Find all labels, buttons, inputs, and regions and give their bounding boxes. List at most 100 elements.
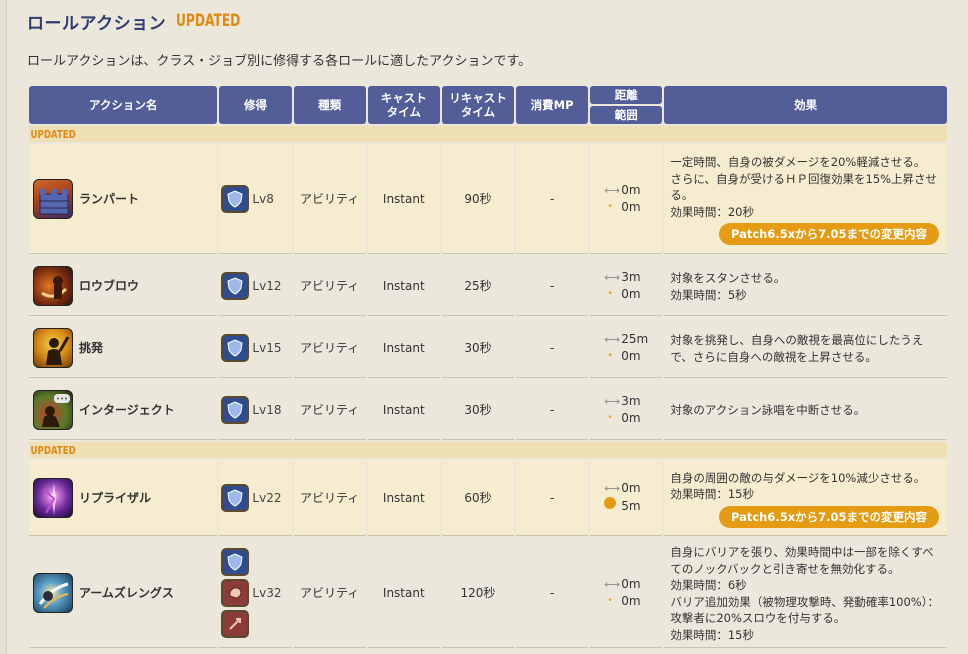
tank-role-icon xyxy=(221,333,250,362)
recast-time: 30秒 xyxy=(441,380,515,440)
table-row: 挑発 Lv15 アビリティ Instant 30秒 - ⟷ 25m • 0m 対象を挑… xyxy=(29,318,947,378)
range-dot-icon: • xyxy=(607,288,613,299)
table-row: ロウブロウ Lv12 アビリティ Instant 25秒 - ⟷ 3m • 0m 対象… xyxy=(29,256,947,316)
effect-line: 効果時間：15秒 xyxy=(670,627,754,642)
table-row: インタージェクト Lv18 アビリティ Instant 30秒 - ⟷ 3m • 0m… xyxy=(29,380,947,440)
level: Lv8 xyxy=(252,191,274,206)
section-heading: ロールアクション UPDATED xyxy=(27,8,257,34)
header-acquire: 修得 xyxy=(219,86,292,124)
effect-cell: 対象をスタンさせる。 効果時間：5秒 xyxy=(664,256,947,316)
ranged-role-icon xyxy=(221,609,250,638)
range-value: 0m xyxy=(621,286,641,301)
cast-time: Instant xyxy=(367,538,440,648)
action-type: アビリティ xyxy=(293,256,366,316)
cast-time: Instant xyxy=(367,460,440,536)
mp-cost: - xyxy=(516,460,589,536)
low-blow-icon xyxy=(33,265,73,306)
distance-value: 0m xyxy=(621,480,641,495)
header-type: 種類 xyxy=(293,86,366,124)
effect-line: バリア追加効果（被物理攻撃時、発動確率100%）：攻撃者に20%スロウを付与する… xyxy=(670,594,939,626)
recast-time: 30秒 xyxy=(441,318,515,378)
range-circle-icon xyxy=(604,496,617,516)
provoke-icon xyxy=(33,327,73,368)
recast-time: 60秒 xyxy=(441,460,515,536)
header-cast-line2: タイム xyxy=(386,105,421,119)
effect-cell: 自身にバリアを張り、効果時間中は一部を除くすべてのノックバックと引き寄せを無効化… xyxy=(664,538,947,648)
table-row: ランパート Lv8 アビリティ Instant 90秒 - ⟷ 0m • 0m 一定時… xyxy=(29,144,947,254)
range-value: 5m xyxy=(621,498,641,513)
range-value: 0m xyxy=(621,410,641,425)
distance-value: 3m xyxy=(621,393,641,408)
range-value: 0m xyxy=(621,348,641,363)
action-name[interactable]: 挑発 xyxy=(79,339,103,356)
effect-cell: 自身の周囲の敵の与ダメージを10%減少させる。 効果時間：15秒 Patch6.… xyxy=(664,460,947,536)
range-dot-icon: • xyxy=(607,350,613,361)
recast-time: 25秒 xyxy=(441,256,515,316)
effect-line: 一定時間、自身の被ダメージを20%軽減させる。 xyxy=(670,155,926,169)
patch-changes-button[interactable]: Patch6.5xから7.05までの変更内容 xyxy=(718,505,939,528)
patch-changes-button[interactable]: Patch6.5xから7.05までの変更内容 xyxy=(718,223,939,245)
distance-value: 0m xyxy=(621,576,641,591)
distance-arrow-icon: ⟷ xyxy=(604,183,620,197)
distance-value: 0m xyxy=(621,182,641,197)
distance-arrow-icon: ⟷ xyxy=(604,577,620,591)
header-cast-line1: キャスト xyxy=(380,91,427,105)
level: Lv32 xyxy=(252,585,282,600)
page: ロールアクション UPDATED ロールアクションは、クラス・ジョブ別に修得する… xyxy=(6,0,968,654)
arms-length-icon xyxy=(33,572,73,613)
action-name[interactable]: ランパート xyxy=(79,190,139,207)
action-type: アビリティ xyxy=(293,460,366,536)
tank-role-icon xyxy=(221,547,250,576)
header-recast: リキャスト タイム xyxy=(441,86,515,124)
header-cast: キャスト タイム xyxy=(367,86,440,124)
table-row: アームズレングス Lv32 アビリティ Instant 120秒 - ⟷ 0m • 0… xyxy=(29,538,947,648)
mp-cost: - xyxy=(516,144,589,254)
tank-role-icon xyxy=(221,483,250,512)
level: Lv12 xyxy=(252,278,282,293)
effect-line: 効果時間：6秒 xyxy=(670,578,747,592)
distance-arrow-icon: ⟷ xyxy=(604,394,620,408)
effect-line: 自身の周囲の敵の与ダメージを10%減少させる。 xyxy=(670,470,926,485)
effect-line: 対象をスタンさせる。 xyxy=(670,271,786,285)
effect-line: 自身にバリアを張り、効果時間中は一部を除くすべてのノックバックと引き寄せを無効化… xyxy=(670,545,934,576)
header-recast-line1: リキャスト xyxy=(449,91,507,105)
cast-time: Instant xyxy=(367,380,440,440)
effect-line: さらに、自身が受けるＨＰ回復効果を15%上昇させる。 xyxy=(670,171,938,203)
level: Lv15 xyxy=(252,340,282,355)
mp-cost: - xyxy=(516,318,589,378)
distance-arrow-icon: ⟷ xyxy=(604,481,620,495)
distance-arrow-icon: ⟷ xyxy=(604,270,620,284)
range-dot-icon: • xyxy=(607,595,613,606)
effect-cell: 一定時間、自身の被ダメージを20%軽減させる。 さらに、自身が受けるＨＰ回復効果… xyxy=(664,144,947,254)
effect-line: 対象のアクション詠唱を中断させる。 xyxy=(670,403,866,418)
tank-role-icon xyxy=(221,184,250,213)
table-row: リプライザル Lv22 アビリティ Instant 60秒 - ⟷ 0m 5m 自身… xyxy=(29,460,947,536)
reprisal-icon xyxy=(33,477,73,518)
effect-cell: 対象を挑発し、自身への敵視を最高位にしたうえで、さらに自身への敵視を上昇させる。 xyxy=(664,318,947,378)
melee-role-icon xyxy=(221,578,250,607)
recast-time: 120秒 xyxy=(441,538,515,648)
effect-line: 効果時間：20秒 xyxy=(670,204,754,219)
role-action-table: アクション名 修得 種類 キャスト タイム リキャスト タイム 消費MP 距離 効果… xyxy=(27,84,949,650)
action-type: アビリティ xyxy=(293,538,366,648)
interject-icon xyxy=(33,389,73,430)
mp-cost: - xyxy=(516,256,589,316)
action-name[interactable]: アームズレングス xyxy=(79,584,174,601)
range-value: 0m xyxy=(621,199,641,214)
action-type: アビリティ xyxy=(293,380,366,440)
action-type: アビリティ xyxy=(293,318,366,378)
action-name[interactable]: インタージェクト xyxy=(79,401,175,418)
updated-tag: UPDATED xyxy=(176,11,241,31)
effect-line: 対象を挑発し、自身への敵視を最高位にしたうえで、さらに自身への敵視を上昇させる。 xyxy=(670,333,924,364)
mp-cost: - xyxy=(516,380,589,440)
header-name: アクション名 xyxy=(29,86,218,124)
tank-role-icon xyxy=(221,271,250,300)
cast-time: Instant xyxy=(367,318,440,378)
rampart-icon xyxy=(33,178,73,219)
effect-line: 効果時間：5秒 xyxy=(670,287,747,302)
tank-role-icon xyxy=(221,395,250,424)
level: Lv22 xyxy=(252,490,282,505)
recast-time: 90秒 xyxy=(441,144,515,254)
action-name[interactable]: ロウブロウ xyxy=(79,277,139,294)
action-name[interactable]: リプライザル xyxy=(79,489,151,506)
